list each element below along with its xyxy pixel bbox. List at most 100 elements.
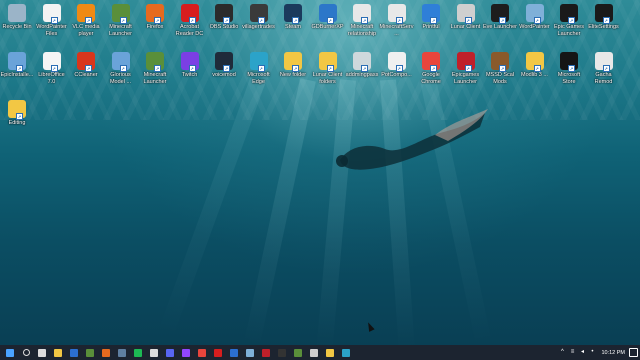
desktop-icon-label: Minecraft relationship (347, 24, 377, 37)
tray-icons: ^ ≡ ◂ • (557, 349, 597, 356)
desktop-icon[interactable]: ↗ Printful (414, 4, 448, 31)
firefox-icon: ↗ (146, 4, 164, 24)
desktop-icon[interactable]: ↗ Modlib 3 ... (518, 52, 552, 79)
clock[interactable]: 10:12 PM (601, 350, 625, 356)
desktop-icon[interactable]: ↗ Gacha Remod (587, 52, 621, 85)
desktop-icon[interactable]: ↗ Steam (276, 4, 310, 31)
desktop-icon[interactable]: ↗ Microsoft Edge (242, 52, 276, 85)
twitch-icon[interactable] (179, 346, 193, 359)
desktop-icon[interactable]: ↗ Eve Launcher (483, 4, 517, 31)
desktop-icon-label: Firefox (146, 24, 164, 30)
desktop-icon[interactable]: ↗ WordPainter Files (35, 4, 69, 37)
app-icon[interactable] (339, 346, 353, 359)
shortcut-arrow-icon: ↗ (499, 17, 506, 24)
desktop-icon[interactable]: ↗ Google Chrome (414, 52, 448, 85)
desktop-icon[interactable]: ↗ LibreOffice 7.0 (35, 52, 69, 85)
shortcut-arrow-icon: ↗ (292, 65, 299, 72)
desktop-icon[interactable]: ↗ Firefox (138, 4, 172, 31)
shortcut-arrow-icon: ↗ (16, 65, 23, 72)
shortcut-arrow-icon: ↗ (257, 17, 265, 24)
desktop-icon[interactable]: ↗ OBS Studio (207, 4, 241, 31)
shortcut-arrow-icon: ↗ (50, 65, 58, 72)
ccleaner-icon: ↗ (77, 52, 95, 72)
obs-icon: ↗ (215, 4, 233, 24)
search-icon[interactable] (19, 346, 33, 359)
desktop-icon[interactable]: ↗ Lunar Client (449, 4, 483, 31)
app-icon[interactable] (259, 346, 273, 359)
chevron-up-icon[interactable]: ^ (559, 349, 566, 356)
firefox-icon[interactable] (99, 346, 113, 359)
mail-icon[interactable] (227, 346, 241, 359)
desktop-icon-label: Eve Launcher (483, 24, 517, 30)
twitch-icon: ↗ (180, 52, 199, 72)
chrome-icon[interactable] (195, 346, 209, 359)
notification-icon[interactable] (629, 348, 638, 357)
desktop-icon[interactable]: ↗ Lunar Client folders (311, 52, 345, 85)
desktop-icon[interactable]: ↗ voicemod (207, 52, 241, 79)
desktop-icon[interactable]: ↗ Minecraft relationship (345, 4, 379, 37)
desktop-icon-label: Glorious Model ... (109, 72, 132, 85)
desktop-icon-label: LibreOffice 7.0 (38, 72, 65, 85)
app-icon[interactable] (275, 346, 289, 359)
desktop-icon[interactable]: ↗ GDBurnerXP (311, 4, 345, 31)
app-icon[interactable] (323, 346, 337, 359)
desktop-icon[interactable]: ↗ Minecraft Launcher (138, 52, 172, 85)
task-view-icon[interactable] (35, 346, 49, 359)
desktop-icon[interactable]: ↗ CCleaner (69, 52, 103, 79)
diver-image (336, 109, 488, 170)
desktop-icon-label: VLC media player (72, 24, 100, 37)
desktop-icon[interactable]: ↗ New folder (276, 52, 310, 79)
desktop-icon[interactable]: ↗ addmingpass (345, 52, 379, 79)
chrome-icon: ↗ (422, 52, 440, 72)
app-icon[interactable] (291, 346, 305, 359)
desktop-icon[interactable]: ↗ MSSD Scal Mods (483, 52, 517, 85)
store-icon[interactable] (67, 346, 81, 359)
obs-icon[interactable] (147, 346, 161, 359)
desktop-icon-label: Gacha Remod (594, 72, 613, 85)
desktop-icon[interactable]: ↗ PotCompo... (380, 52, 414, 79)
app-icon[interactable] (307, 346, 321, 359)
desktop-icon[interactable]: ↗ VLC media player (69, 4, 103, 37)
desktop-icon[interactable]: ↗ Glorious Model ... (104, 52, 138, 85)
shortcut-arrow-icon: ↗ (223, 65, 230, 72)
shortcut-arrow-icon: ↗ (533, 65, 541, 72)
desktop-icon[interactable]: ↗ Microsoft Store (552, 52, 586, 85)
glorious-icon: ↗ (111, 52, 130, 72)
steam-icon[interactable] (115, 346, 129, 359)
desktop-icon[interactable]: ↗ MinecraftServ... (380, 4, 414, 37)
language-icon[interactable]: • (589, 349, 596, 356)
spotify-icon[interactable] (131, 346, 145, 359)
desktop-icon[interactable]: Recycle Bin (0, 4, 34, 31)
zip-folder-icon: ↗ (525, 52, 544, 72)
desktop-icon[interactable]: ↗ Editing (0, 100, 34, 127)
desktop-icon-label: Steam (285, 24, 301, 30)
desktop-icon-label: Acrobat Reader DC (175, 24, 204, 37)
discord-icon[interactable] (163, 346, 177, 359)
desktop-icon[interactable]: ↗ Acrobat Reader DC (173, 4, 207, 37)
desktop-icon[interactable]: ↗ Twitch (173, 52, 207, 79)
volume-icon[interactable]: ◂ (579, 349, 586, 356)
network-icon[interactable]: ≡ (569, 349, 576, 356)
minecraft-icon[interactable] (83, 346, 97, 359)
shortcut-arrow-icon: ↗ (326, 65, 334, 72)
app-icon[interactable] (243, 346, 257, 359)
desktop-icon[interactable]: ↗ WordPainter (518, 4, 552, 31)
desktop-icon[interactable]: ↗ Epic Games Launcher (552, 4, 586, 37)
desktop-icon[interactable]: ↗ EliteSettings (587, 4, 621, 31)
desktop-icon-label: Google Chrome (421, 72, 441, 85)
lunar-client-icon: ↗ (456, 4, 475, 24)
acrobat-icon[interactable] (211, 346, 225, 359)
vlc-cone-icon: ↗ (77, 4, 95, 24)
file-explorer-icon[interactable] (51, 346, 65, 359)
store-icon: ↗ (560, 52, 578, 72)
desktop-icon[interactable]: ↗ EpicInstalle... (0, 52, 34, 79)
desktop-icon[interactable]: ↗ Minecraft Launcher (104, 4, 138, 37)
desktop-icon-label: Modlib 3 ... (521, 72, 548, 78)
shortcut-arrow-icon: ↗ (292, 17, 299, 24)
shortcut-arrow-icon: ↗ (361, 65, 368, 72)
document-icon: ↗ (249, 4, 268, 24)
shortcut-arrow-icon: ↗ (602, 65, 610, 72)
desktop-icon[interactable]: ↗ villagertrades (242, 4, 276, 31)
windows-start-icon[interactable] (3, 346, 17, 359)
desktop-icon[interactable]: ↗ Epicgames Launcher (449, 52, 483, 85)
